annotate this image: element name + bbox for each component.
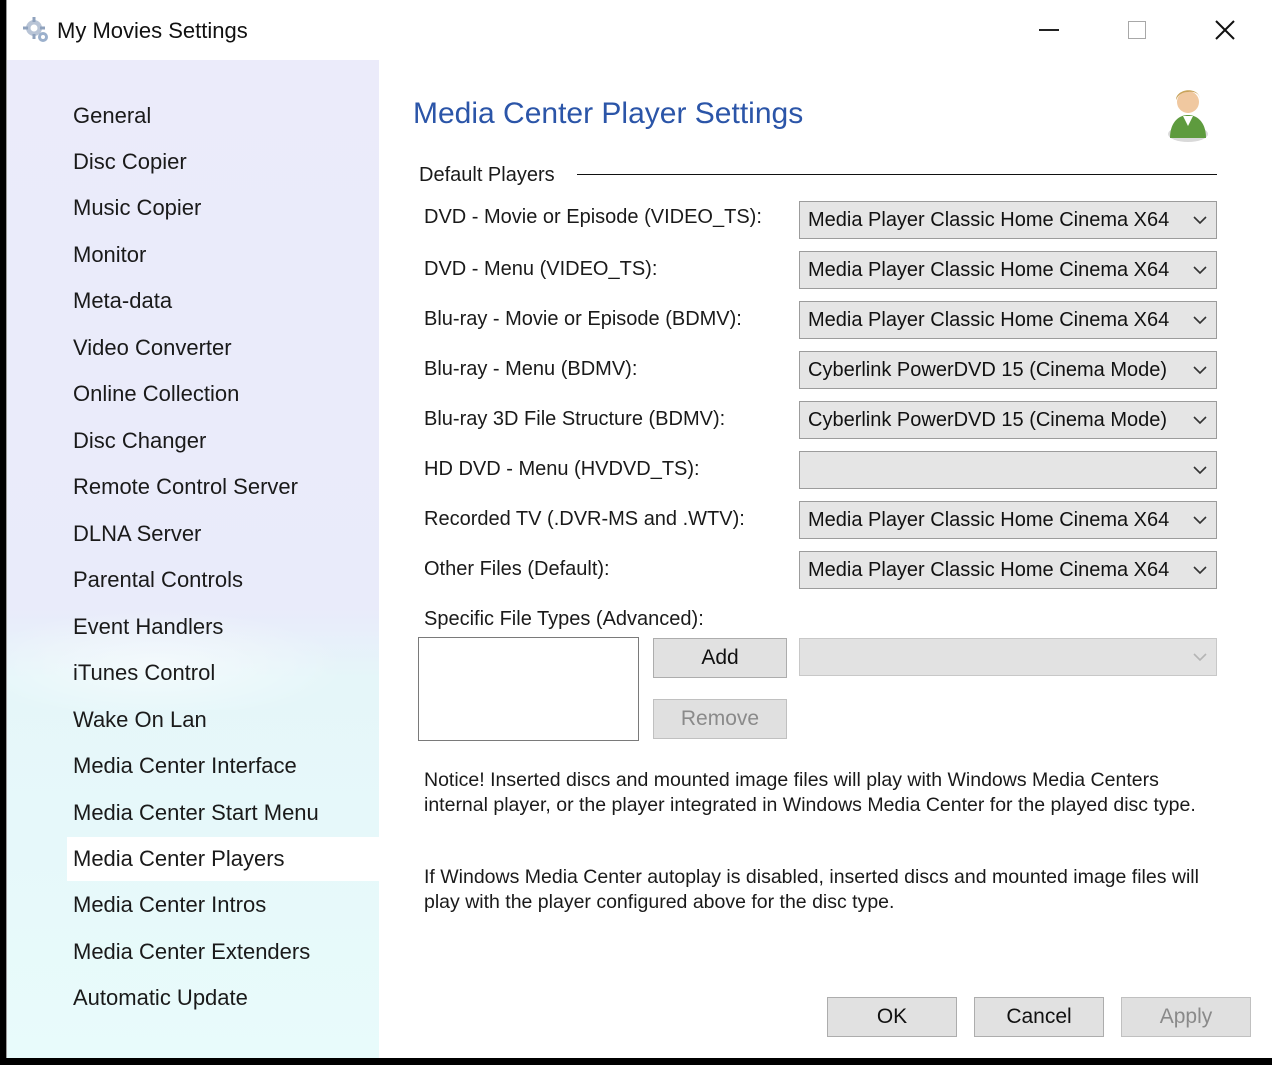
sidebar-item-wake-on-lan[interactable]: Wake On Lan <box>67 698 379 742</box>
chevron-down-icon <box>1193 516 1207 525</box>
settings-sidebar: General Disc Copier Music Copier Monitor… <box>7 60 379 1058</box>
chevron-down-icon <box>1193 366 1207 375</box>
sidebar-item-meta-data[interactable]: Meta-data <box>67 279 379 323</box>
player-select-other-files[interactable]: Media Player Classic Home Cinema X64 <box>799 551 1217 589</box>
chevron-down-icon <box>1193 566 1207 575</box>
close-button[interactable] <box>1193 8 1257 52</box>
sidebar-item-monitor[interactable]: Monitor <box>67 233 379 277</box>
settings-window: My Movies Settings General Disc Copier M… <box>6 0 1272 1058</box>
user-icon <box>1168 90 1208 142</box>
cancel-button[interactable]: Cancel <box>974 997 1104 1037</box>
player-select-dvd-menu[interactable]: Media Player Classic Home Cinema X64 <box>799 251 1217 289</box>
sidebar-item-media-center-players[interactable]: Media Center Players <box>67 837 379 881</box>
add-button[interactable]: Add <box>653 638 787 678</box>
player-select-recorded-tv[interactable]: Media Player Classic Home Cinema X64 <box>799 501 1217 539</box>
chevron-down-icon <box>1193 316 1207 325</box>
sidebar-item-event-handlers[interactable]: Event Handlers <box>67 605 379 649</box>
sidebar-item-remote-control-server[interactable]: Remote Control Server <box>67 465 379 509</box>
sidebar-item-video-converter[interactable]: Video Converter <box>67 326 379 370</box>
notice-text: Notice! Inserted discs and mounted image… <box>424 769 1196 816</box>
sidebar-item-media-center-intros[interactable]: Media Center Intros <box>67 883 379 927</box>
minimize-button[interactable] <box>1017 8 1081 52</box>
specific-file-types-label: Specific File Types (Advanced): <box>424 608 704 630</box>
select-value: Media Player Classic Home Cinema X64 <box>808 209 1170 231</box>
sidebar-item-dlna-server[interactable]: DLNA Server <box>67 512 379 556</box>
sidebar-item-parental-controls[interactable]: Parental Controls <box>67 558 379 602</box>
sidebar-item-online-collection[interactable]: Online Collection <box>67 372 379 416</box>
sidebar-item-automatic-update[interactable]: Automatic Update <box>67 976 379 1020</box>
sidebar-item-disc-changer[interactable]: Disc Changer <box>67 419 379 463</box>
player-select-bluray-3d[interactable]: Cyberlink PowerDVD 15 (Cinema Mode) <box>799 401 1217 439</box>
chevron-down-icon <box>1193 653 1207 662</box>
select-value: Media Player Classic Home Cinema X64 <box>808 309 1170 331</box>
minimize-icon <box>1039 29 1059 31</box>
close-icon <box>1215 20 1235 40</box>
title-bar[interactable]: My Movies Settings <box>7 0 1272 60</box>
row-label-dvd-movie: DVD - Movie or Episode (VIDEO_TS): <box>424 206 762 228</box>
row-label-bluray-movie: Blu-ray - Movie or Episode (BDMV): <box>424 308 742 330</box>
row-label-bluray-3d: Blu-ray 3D File Structure (BDMV): <box>424 408 726 430</box>
player-select-hddvd-menu[interactable] <box>799 451 1217 489</box>
window-title: My Movies Settings <box>57 18 248 43</box>
sidebar-item-media-center-extenders[interactable]: Media Center Extenders <box>67 930 379 974</box>
section-heading: Default Players <box>419 164 565 187</box>
player-select-dvd-movie[interactable]: Media Player Classic Home Cinema X64 <box>799 201 1217 239</box>
row-label-hddvd-menu: HD DVD - Menu (HVDVD_TS): <box>424 458 700 480</box>
maximize-button[interactable] <box>1105 8 1169 52</box>
player-select-bluray-movie[interactable]: Media Player Classic Home Cinema X64 <box>799 301 1217 339</box>
row-label-dvd-menu: DVD - Menu (VIDEO_TS): <box>424 258 658 280</box>
section-divider <box>577 174 1217 175</box>
sidebar-item-music-copier[interactable]: Music Copier <box>67 186 379 230</box>
sidebar-item-media-center-interface[interactable]: Media Center Interface <box>67 744 379 788</box>
file-type-player-select[interactable] <box>799 638 1217 676</box>
sidebar-item-general[interactable]: General <box>67 94 379 138</box>
row-label-recorded-tv: Recorded TV (.DVR-MS and .WTV): <box>424 508 745 530</box>
select-value: Media Player Classic Home Cinema X64 <box>808 259 1170 281</box>
row-label-other-files: Other Files (Default): <box>424 558 610 580</box>
chevron-down-icon <box>1193 416 1207 425</box>
player-select-bluray-menu[interactable]: Cyberlink PowerDVD 15 (Cinema Mode) <box>799 351 1217 389</box>
select-value: Cyberlink PowerDVD 15 (Cinema Mode) <box>808 409 1168 431</box>
apply-button[interactable]: Apply <box>1121 997 1251 1037</box>
sidebar-item-media-center-start-menu[interactable]: Media Center Start Menu <box>67 791 379 835</box>
ok-button[interactable]: OK <box>827 997 957 1037</box>
autoplay-notice-text: If Windows Media Center autoplay is disa… <box>424 866 1199 913</box>
select-value: Media Player Classic Home Cinema X64 <box>808 559 1170 581</box>
file-types-list[interactable] <box>418 637 639 741</box>
row-label-bluray-menu: Blu-ray - Menu (BDMV): <box>424 358 638 380</box>
gear-icon <box>23 17 48 42</box>
remove-button[interactable]: Remove <box>653 699 787 739</box>
sidebar-item-itunes-control[interactable]: iTunes Control <box>67 651 379 695</box>
chevron-down-icon <box>1193 216 1207 225</box>
maximize-icon <box>1128 21 1146 39</box>
select-value: Media Player Classic Home Cinema X64 <box>808 509 1170 531</box>
page-title: Media Center Player Settings <box>413 97 804 130</box>
chevron-down-icon <box>1193 266 1207 275</box>
sidebar-item-disc-copier[interactable]: Disc Copier <box>67 140 379 184</box>
chevron-down-icon <box>1193 466 1207 475</box>
select-value: Cyberlink PowerDVD 15 (Cinema Mode) <box>808 359 1168 381</box>
